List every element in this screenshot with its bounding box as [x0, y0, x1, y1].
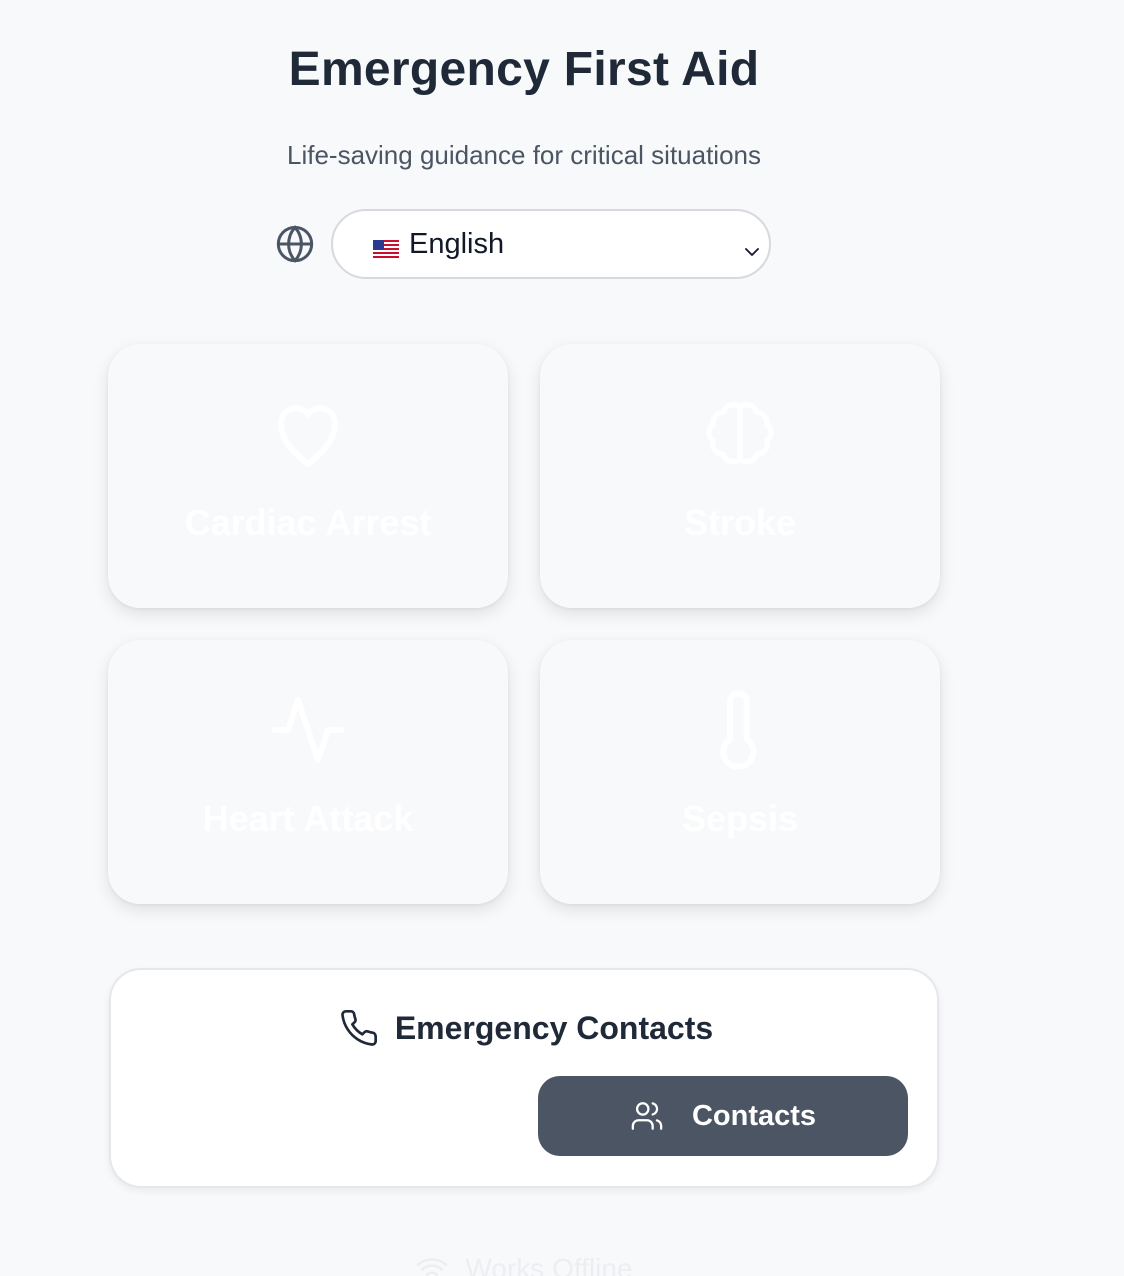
pulse-icon — [108, 690, 508, 770]
contacts-button[interactable]: Contacts — [538, 1076, 908, 1156]
offline-indicator: Works Offline — [0, 1252, 1048, 1276]
contacts-button-label: Contacts — [691, 1099, 817, 1132]
offline-label: Works Offline — [465, 1253, 633, 1276]
condition-label: Stroke — [683, 502, 797, 543]
phone-icon — [339, 1008, 379, 1048]
condition-label: Cardiac Arrest — [184, 502, 432, 543]
globe-icon — [275, 224, 315, 264]
brain-icon — [540, 394, 940, 474]
emergency-contacts-heading: Emergency Contacts — [111, 1008, 941, 1048]
condition-label: Sepsis — [681, 798, 799, 839]
users-icon — [630, 1099, 664, 1133]
heart-icon — [108, 394, 508, 474]
condition-card-heart-attack[interactable]: Heart Attack — [108, 640, 508, 904]
wifi-icon — [415, 1252, 449, 1276]
language-selected-label: English — [409, 227, 505, 260]
chevron-down-icon — [743, 236, 761, 256]
condition-label: Heart Attack — [202, 798, 414, 839]
page-title: Emergency First Aid — [288, 43, 760, 96]
emergency-contacts-title: Emergency Contacts — [394, 1009, 714, 1046]
emergency-contacts-panel: Emergency Contacts Contacts — [109, 968, 939, 1188]
condition-card-sepsis[interactable]: Sepsis — [540, 640, 940, 904]
us-flag-icon — [373, 233, 399, 258]
language-select[interactable]: English — [331, 209, 771, 279]
page: Emergency First Aid Life-saving guidance… — [0, 0, 1124, 1276]
condition-card-stroke[interactable]: Stroke — [540, 344, 940, 608]
language-row: English — [275, 208, 771, 280]
thermometer-icon — [540, 690, 940, 770]
condition-card-cardiac-arrest[interactable]: Cardiac Arrest — [108, 344, 508, 608]
page-subtitle: Life-saving guidance for critical situat… — [286, 140, 762, 170]
